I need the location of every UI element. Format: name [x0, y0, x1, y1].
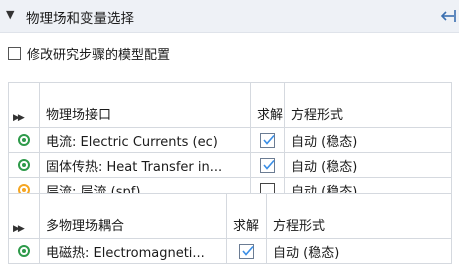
column-header-form: 方程形式 [266, 193, 452, 239]
table-header-row: ▶▶ 物理场接口 求解 方程形式 [8, 82, 452, 128]
solve-checkbox[interactable] [239, 243, 254, 259]
column-header-coupling: 多物理场耦合 [39, 193, 227, 239]
table-row[interactable]: 固体传热: Heat Transfer in... 自动 (稳态) [8, 152, 452, 178]
physics-table: ▶▶ 物理场接口 求解 方程形式 电流: Electric Currents (… [8, 82, 452, 203]
table-row[interactable]: 电流: Electric Currents (ec) 自动 (稳态) [8, 127, 452, 153]
physics-name: 固体传热: Heat Transfer in... [39, 152, 251, 178]
modify-config-row[interactable]: 修改研究步骤的模型配置 [8, 44, 170, 63]
status-ok-icon [18, 134, 30, 146]
column-header-physics: 物理场接口 [39, 82, 251, 128]
equation-form[interactable]: 自动 (稳态) [284, 127, 452, 153]
section-title: 物理场和变量选择 [26, 11, 134, 27]
column-header-solve: 求解 [226, 193, 267, 239]
solve-checkbox[interactable] [260, 132, 275, 148]
status-ok-icon [18, 159, 30, 171]
section-header[interactable]: ▼ 物理场和变量选择 [0, 0, 459, 33]
multiphysics-table: ▶▶ 多物理场耦合 求解 方程形式 电磁热: Electromagneti...… [8, 193, 452, 264]
equation-form[interactable]: 自动 (稳态) [266, 238, 452, 264]
modify-config-checkbox[interactable] [8, 47, 21, 60]
physics-name: 电流: Electric Currents (ec) [39, 127, 251, 153]
solve-checkbox[interactable] [260, 157, 275, 173]
table-header-row: ▶▶ 多物理场耦合 求解 方程形式 [8, 193, 452, 239]
pin-icon[interactable] [439, 7, 457, 25]
coupling-name: 电磁热: Electromagneti... [39, 238, 227, 264]
modify-config-label: 修改研究步骤的模型配置 [27, 48, 171, 63]
equation-form[interactable]: 自动 (稳态) [284, 152, 452, 178]
expand-all-icon[interactable]: ▶▶ [8, 193, 40, 239]
column-header-form: 方程形式 [284, 82, 452, 128]
column-header-solve: 求解 [250, 82, 285, 128]
table-row[interactable]: 电磁热: Electromagneti... 自动 (稳态) [8, 238, 452, 264]
status-ok-icon [18, 245, 30, 257]
collapse-caret-icon[interactable]: ▼ [6, 8, 14, 21]
expand-all-icon[interactable]: ▶▶ [8, 82, 40, 128]
